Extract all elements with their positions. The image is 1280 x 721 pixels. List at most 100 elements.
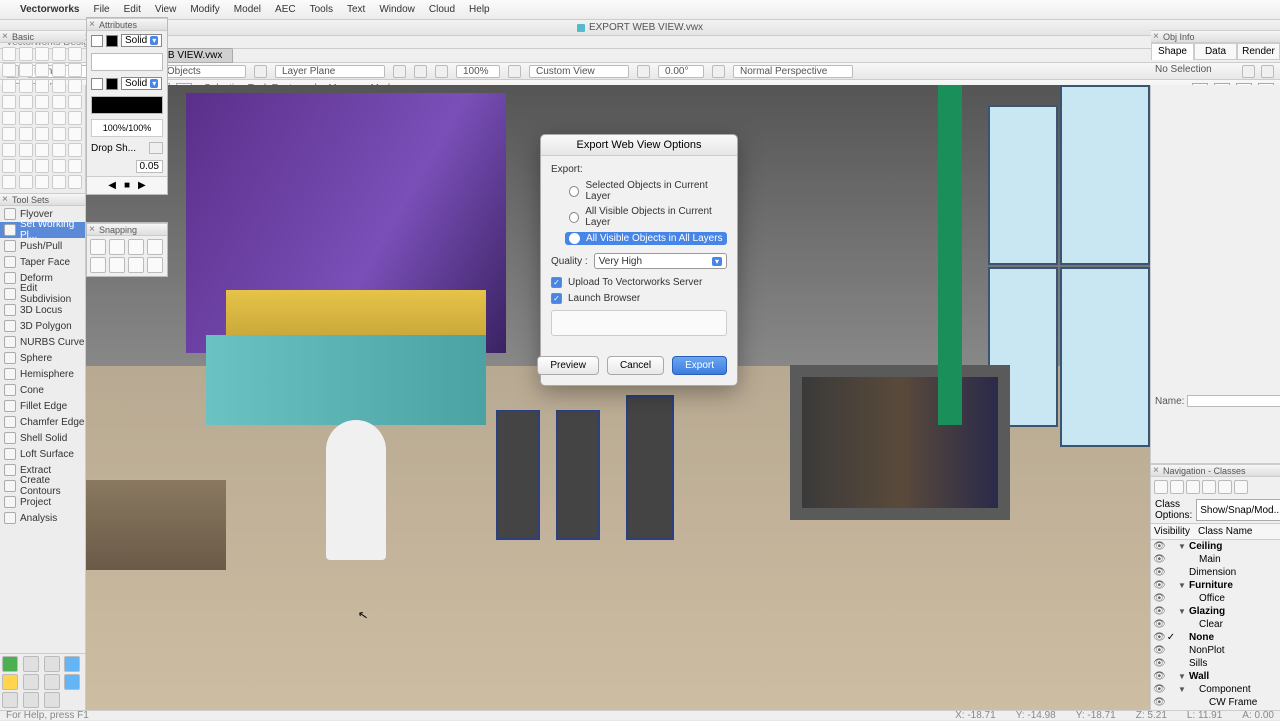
nav-icon-1[interactable] bbox=[1154, 480, 1168, 494]
menu-tools[interactable]: Tools bbox=[310, 4, 333, 15]
basic-tool-0[interactable] bbox=[2, 47, 16, 61]
class-none[interactable]: 👁✓None bbox=[1151, 631, 1280, 644]
check-col[interactable]: ✓ bbox=[1165, 632, 1177, 643]
export-button[interactable]: Export bbox=[672, 356, 727, 375]
snap-3[interactable] bbox=[128, 239, 144, 255]
perspective-drop[interactable]: Normal Perspective bbox=[733, 65, 853, 78]
tb-icon-6[interactable] bbox=[435, 65, 448, 78]
prev-icon[interactable]: ◀ bbox=[108, 180, 116, 191]
class-glazing[interactable]: 👁▼Glazing bbox=[1151, 605, 1280, 618]
toolset-3d-polygon[interactable]: 3D Polygon bbox=[0, 318, 85, 334]
visibility-icon[interactable]: 👁 bbox=[1153, 619, 1165, 630]
basic-tool-29[interactable] bbox=[68, 127, 82, 141]
quality-select[interactable]: Very High▾ bbox=[594, 253, 727, 269]
menu-text[interactable]: Text bbox=[347, 4, 365, 15]
toolset-sphere[interactable]: Sphere bbox=[0, 350, 85, 366]
visibility-icon[interactable]: 👁 bbox=[1153, 541, 1165, 552]
basic-tool-1[interactable] bbox=[19, 47, 33, 61]
visibility-icon[interactable]: 👁 bbox=[1153, 580, 1165, 591]
snap-7[interactable] bbox=[128, 257, 144, 273]
radio-selected[interactable]: Selected Objects in Current Layer bbox=[569, 180, 727, 202]
basic-tool-12[interactable] bbox=[35, 79, 49, 93]
basic-tool-25[interactable] bbox=[2, 127, 16, 141]
basic-tool-38[interactable] bbox=[52, 159, 66, 173]
pen-fg-swatch[interactable] bbox=[106, 78, 118, 90]
view-drop[interactable]: Custom View bbox=[529, 65, 629, 78]
class-office[interactable]: 👁Office bbox=[1151, 592, 1280, 605]
snap-8[interactable] bbox=[147, 257, 163, 273]
menu-window[interactable]: Window bbox=[379, 4, 415, 15]
class-component[interactable]: 👁▼Component bbox=[1151, 683, 1280, 696]
navigation-head[interactable]: Navigation - Classes bbox=[1151, 464, 1280, 477]
snap-5[interactable] bbox=[90, 257, 106, 273]
snapping-head[interactable]: Snapping bbox=[87, 223, 167, 236]
basic-tool-4[interactable] bbox=[68, 47, 82, 61]
class-ceiling[interactable]: 👁▼Ceiling bbox=[1151, 540, 1280, 553]
fill-drop[interactable]: Solid▾ bbox=[121, 34, 162, 47]
plane-drop[interactable]: Layer Plane bbox=[275, 65, 385, 78]
visibility-icon[interactable]: 👁 bbox=[1153, 697, 1165, 708]
lb-icon-3[interactable] bbox=[44, 656, 60, 672]
basic-tool-31[interactable] bbox=[19, 143, 33, 157]
classopt-drop[interactable]: Show/Snap/Mod...▾ bbox=[1196, 499, 1280, 521]
basic-tool-40[interactable] bbox=[2, 175, 16, 189]
toolset-nurbs-curve[interactable]: NURBS Curve bbox=[0, 334, 85, 350]
basic-tool-10[interactable] bbox=[2, 79, 16, 93]
basic-tool-24[interactable] bbox=[68, 111, 82, 125]
fill-bg-swatch[interactable] bbox=[91, 35, 103, 47]
basic-tool-5[interactable] bbox=[2, 63, 16, 77]
radio-visible-layer[interactable]: All Visible Objects in Current Layer bbox=[569, 206, 727, 228]
name-input[interactable] bbox=[1187, 395, 1280, 407]
preview-button[interactable]: Preview bbox=[537, 356, 599, 375]
basic-tool-35[interactable] bbox=[2, 159, 16, 173]
class-clear[interactable]: 👁Clear bbox=[1151, 618, 1280, 631]
menu-modify[interactable]: Modify bbox=[190, 4, 219, 15]
nav-icon-2[interactable] bbox=[1170, 480, 1184, 494]
pen-bg-swatch[interactable] bbox=[91, 78, 103, 90]
basic-tool-42[interactable] bbox=[35, 175, 49, 189]
basic-tool-27[interactable] bbox=[35, 127, 49, 141]
lineweight-field[interactable]: 0.05 bbox=[136, 160, 163, 173]
visibility-icon[interactable]: 👁 bbox=[1153, 593, 1165, 604]
basic-tool-22[interactable] bbox=[35, 111, 49, 125]
basic-tool-33[interactable] bbox=[52, 143, 66, 157]
check-upload[interactable]: ✓Upload To Vectorworks Server bbox=[551, 277, 727, 288]
snap-6[interactable] bbox=[109, 257, 125, 273]
menu-help[interactable]: Help bbox=[469, 4, 490, 15]
toolset-set-working-pl-[interactable]: Set Working Pl... bbox=[0, 222, 85, 238]
menu-file[interactable]: File bbox=[93, 4, 109, 15]
toolset-create-contours[interactable]: Create Contours bbox=[0, 478, 85, 494]
fill-fg-swatch[interactable] bbox=[106, 35, 118, 47]
visibility-icon[interactable]: 👁 bbox=[1153, 606, 1165, 617]
basic-tool-20[interactable] bbox=[2, 111, 16, 125]
tab-data[interactable]: Data bbox=[1194, 43, 1237, 60]
class-list[interactable]: 👁▼Ceiling👁Main👁Dimension👁▼Furniture👁Offi… bbox=[1151, 540, 1280, 710]
basic-tool-34[interactable] bbox=[68, 143, 82, 157]
basic-tool-6[interactable] bbox=[19, 63, 33, 77]
tb-icon-3[interactable] bbox=[254, 65, 267, 78]
basic-tool-11[interactable] bbox=[19, 79, 33, 93]
basic-tool-30[interactable] bbox=[2, 143, 16, 157]
class-sills[interactable]: 👁Sills bbox=[1151, 657, 1280, 670]
expand-icon[interactable]: ▼ bbox=[1177, 581, 1187, 590]
toolset-hemisphere[interactable]: Hemisphere bbox=[0, 366, 85, 382]
nav-icon-5[interactable] bbox=[1218, 480, 1232, 494]
pen-drop[interactable]: Solid▾ bbox=[121, 77, 162, 90]
basic-tool-18[interactable] bbox=[52, 95, 66, 109]
lb-icon-7[interactable] bbox=[44, 674, 60, 690]
lb-icon-10[interactable] bbox=[23, 692, 39, 708]
visibility-icon[interactable]: 👁 bbox=[1153, 554, 1165, 565]
lb-icon-8[interactable] bbox=[64, 674, 80, 690]
visibility-icon[interactable]: 👁 bbox=[1153, 658, 1165, 669]
toolset-fillet-edge[interactable]: Fillet Edge bbox=[0, 398, 85, 414]
basic-tool-13[interactable] bbox=[52, 79, 66, 93]
basic-tool-14[interactable] bbox=[68, 79, 82, 93]
visibility-icon[interactable]: 👁 bbox=[1153, 684, 1165, 695]
dropshadow-toggle[interactable] bbox=[149, 142, 163, 154]
class-main[interactable]: 👁Main bbox=[1151, 553, 1280, 566]
class-furniture[interactable]: 👁▼Furniture bbox=[1151, 579, 1280, 592]
basic-tool-32[interactable] bbox=[35, 143, 49, 157]
cancel-button[interactable]: Cancel bbox=[607, 356, 664, 375]
toolset-analysis[interactable]: Analysis bbox=[0, 510, 85, 526]
basic-tool-9[interactable] bbox=[68, 63, 82, 77]
